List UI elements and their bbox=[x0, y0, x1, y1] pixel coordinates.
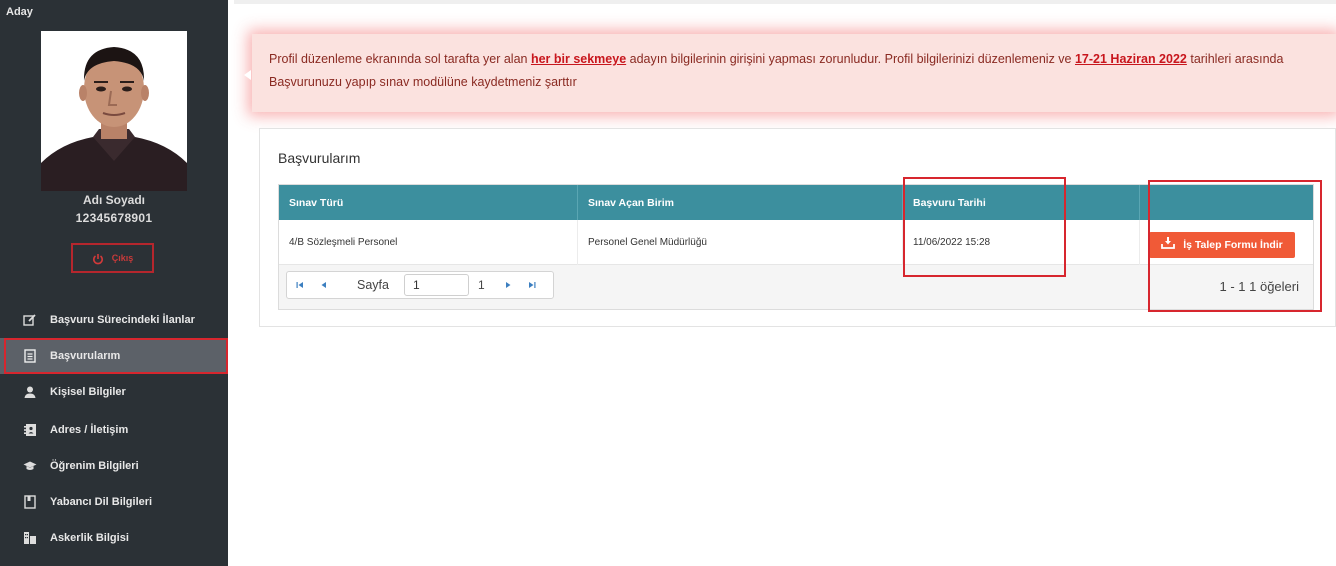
sidebar-item-askerlik-bilgisi[interactable]: Askerlik Bilgisi bbox=[0, 520, 228, 556]
cell-sinav-turu: 4/B Sözleşmeli Personel bbox=[279, 220, 578, 265]
sidebar-item-label: Başvuru Sürecindeki İlanlar bbox=[50, 314, 195, 326]
alert-text: Profil düzenleme ekranında sol tarafta y… bbox=[269, 48, 1319, 94]
logout-label: Çıkış bbox=[111, 253, 134, 263]
power-icon bbox=[92, 252, 104, 265]
sidebar-item-basvurularim[interactable]: Başvurularım bbox=[0, 338, 228, 374]
column-header-actions bbox=[1140, 185, 1313, 220]
sidebar-item-label: Öğrenim Bilgileri bbox=[50, 460, 139, 472]
panel-title: Başvurularım bbox=[278, 150, 361, 166]
top-strip bbox=[234, 0, 1336, 4]
applications-grid: Sınav Türü Sınav Açan Birim Başvuru Tari… bbox=[278, 184, 1314, 310]
sidebar-title: Aday bbox=[6, 6, 33, 18]
page-total: 1 bbox=[478, 278, 485, 292]
download-form-button[interactable]: İş Talep Formu İndir bbox=[1149, 232, 1295, 258]
pager-controls: Sayfa 1 bbox=[286, 271, 554, 299]
user-id: 12345678901 bbox=[75, 211, 153, 225]
column-header-sinav-turu[interactable]: Sınav Türü bbox=[279, 185, 578, 220]
user-photo bbox=[41, 31, 187, 191]
sidebar-item-label: Başvurularım bbox=[50, 350, 121, 362]
download-icon bbox=[1161, 236, 1176, 254]
main-content: Profil düzenleme ekranında sol tarafta y… bbox=[228, 0, 1336, 566]
sidebar-item-adres-iletisim[interactable]: Adres / İletişim bbox=[0, 412, 228, 448]
user-icon bbox=[23, 385, 37, 399]
page-label: Sayfa bbox=[357, 278, 389, 292]
alert-text-part: Profil düzenleme ekranında sol tarafta y… bbox=[269, 52, 531, 66]
prev-page-icon[interactable] bbox=[313, 272, 335, 298]
applications-panel: Başvurularım Sınav Türü Sınav Açan Birim… bbox=[259, 128, 1336, 327]
address-book-icon bbox=[23, 423, 37, 437]
sidebar-item-label: Askerlik Bilgisi bbox=[50, 532, 129, 544]
military-icon bbox=[23, 531, 37, 545]
sidebar-item-label: Yabancı Dil Bilgileri bbox=[50, 496, 153, 508]
table-row: 4/B Sözleşmeli Personel Personel Genel M… bbox=[279, 220, 1313, 265]
first-page-icon[interactable] bbox=[289, 272, 311, 298]
download-button-label: İş Talep Formu İndir bbox=[1183, 239, 1283, 251]
sidebar-item-label: Adres / İletişim bbox=[50, 424, 129, 436]
edit-icon bbox=[23, 313, 37, 327]
sidebar-item-yabanci-dil-bilgileri[interactable]: Yabancı Dil Bilgileri bbox=[0, 484, 228, 520]
items-info: 1 - 1 1 öğeleri bbox=[1219, 279, 1300, 294]
sidebar-item-basvuru-surecindeki-ilanlar[interactable]: Başvuru Sürecindeki İlanlar bbox=[0, 302, 228, 338]
user-name: Adı Soyadı bbox=[82, 193, 145, 207]
next-page-icon[interactable] bbox=[497, 272, 519, 298]
sidebar: Aday Adı Soyadı 12345678901 Çıkış Başvur… bbox=[0, 0, 228, 566]
grid-pager: Sayfa 1 1 - 1 1 öğeleri bbox=[279, 265, 1313, 309]
graduation-cap-icon bbox=[23, 459, 37, 473]
alert-arrow bbox=[244, 70, 251, 80]
column-header-basvuru-tarihi[interactable]: Başvuru Tarihi bbox=[903, 185, 1140, 220]
logout-button[interactable]: Çıkış bbox=[71, 243, 154, 273]
info-alert: Profil düzenleme ekranında sol tarafta y… bbox=[244, 34, 1336, 112]
grid-header: Sınav Türü Sınav Açan Birim Başvuru Tari… bbox=[279, 185, 1313, 220]
alert-link-sekme[interactable]: her bir sekmeye bbox=[531, 52, 626, 66]
cell-birim: Personel Genel Müdürlüğü bbox=[578, 220, 903, 265]
column-header-sinav-acan-birim[interactable]: Sınav Açan Birim bbox=[578, 185, 903, 220]
document-icon bbox=[23, 349, 37, 363]
page-number-input[interactable] bbox=[404, 274, 469, 296]
sidebar-item-label: Kişisel Bilgiler bbox=[50, 386, 126, 398]
cell-basvuru-tarihi: 11/06/2022 15:28 bbox=[903, 220, 1140, 265]
alert-link-date[interactable]: 17-21 Haziran 2022 bbox=[1075, 52, 1187, 66]
sidebar-item-kisisel-bilgiler[interactable]: Kişisel Bilgiler bbox=[0, 374, 228, 410]
last-page-icon[interactable] bbox=[521, 272, 543, 298]
sidebar-item-ogrenim-bilgileri[interactable]: Öğrenim Bilgileri bbox=[0, 448, 228, 484]
book-icon bbox=[23, 495, 37, 509]
alert-text-part: adayın bilgilerinin girişini yapması zor… bbox=[626, 52, 1075, 66]
